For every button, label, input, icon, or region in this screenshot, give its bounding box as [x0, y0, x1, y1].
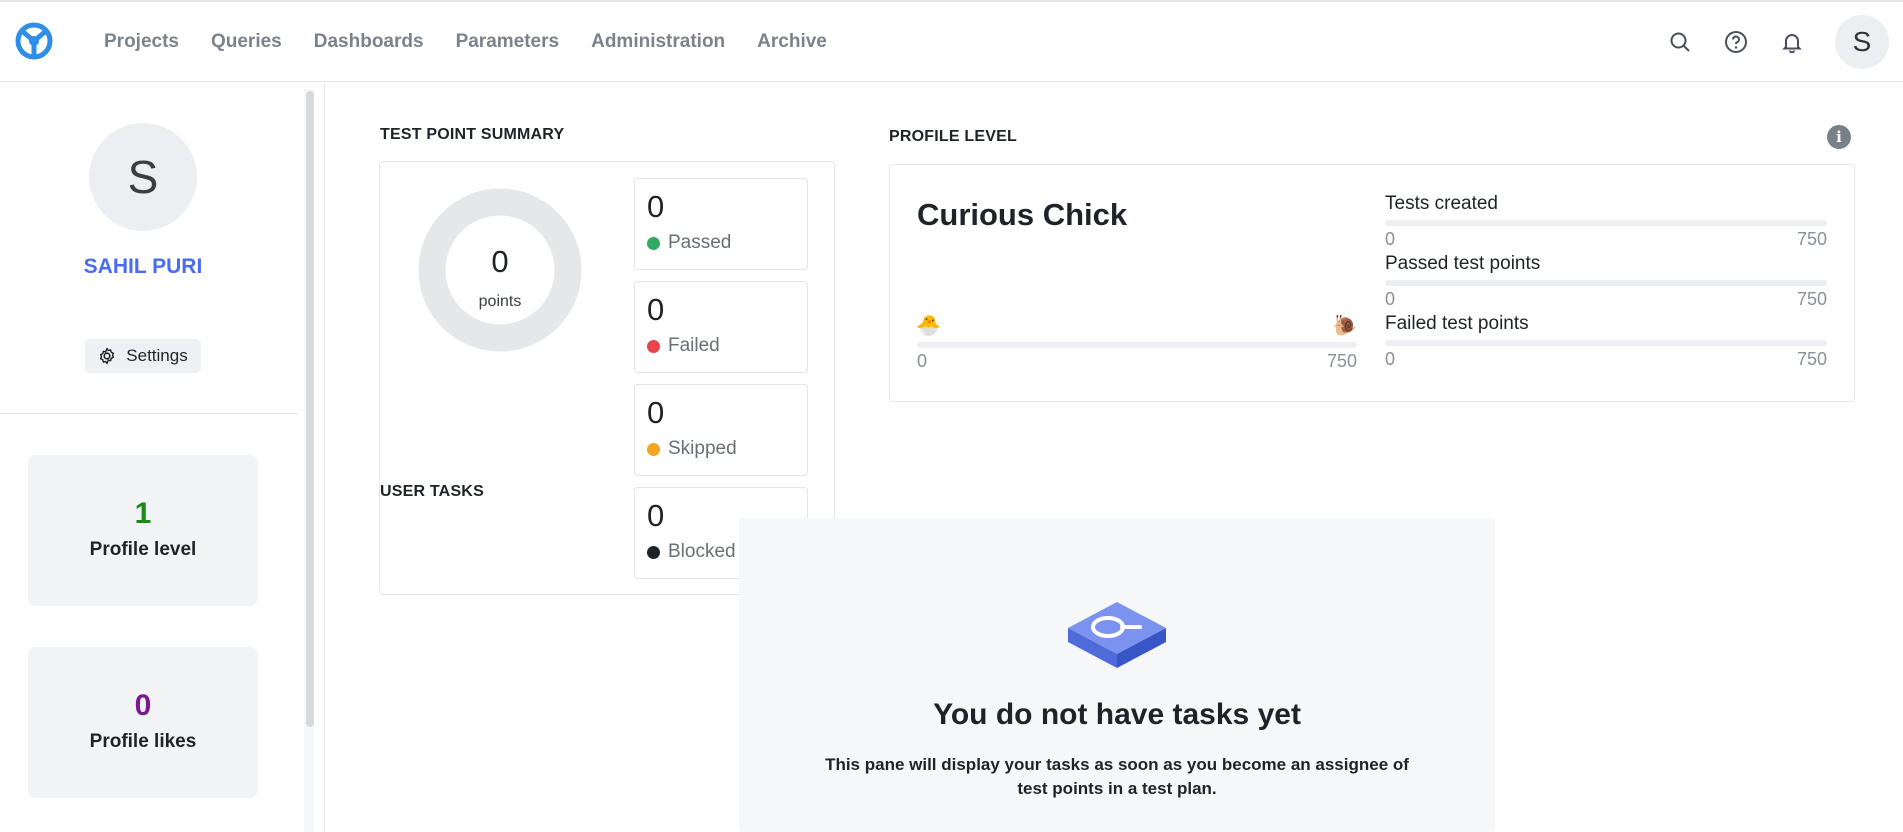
profile-level-value: 1 — [134, 497, 152, 530]
settings-button[interactable]: Settings — [85, 339, 201, 373]
search-icon[interactable] — [1667, 29, 1693, 55]
profile-level-card: 1 Profile level — [28, 455, 258, 606]
failed-count: 0 — [647, 292, 665, 327]
level-progress-min: 0 — [917, 351, 928, 371]
sidebar-divider — [0, 413, 298, 414]
passed-count: 0 — [647, 189, 665, 224]
failed-label: Failed — [668, 335, 720, 356]
app-logo-icon[interactable] — [14, 21, 54, 61]
nav-queries[interactable]: Queries — [211, 31, 282, 53]
help-icon[interactable] — [1723, 29, 1749, 55]
nav-administration[interactable]: Administration — [591, 31, 725, 53]
settings-label: Settings — [126, 346, 188, 365]
info-icon[interactable]: i — [1827, 125, 1851, 149]
profile-likes-card: 0 Profile likes — [28, 647, 258, 798]
tests-created-max: 750 — [1796, 229, 1827, 249]
tests-created-min: 0 — [1385, 229, 1396, 249]
user-avatar-button[interactable]: S — [1835, 15, 1889, 69]
blocked-label: Blocked — [668, 541, 736, 562]
empty-tasks-title: You do not have tasks yet — [933, 698, 1301, 731]
skipped-count: 0 — [647, 395, 665, 430]
blocked-dot — [647, 545, 660, 559]
level-name: Curious Chick — [917, 197, 1128, 232]
failed-test-points-max: 750 — [1796, 349, 1827, 369]
profile-level-panel: Curious Chick 🐣 🐌 0 750 Tests created 0 … — [889, 164, 1855, 402]
main-nav: Projects Queries Dashboards Parameters A… — [104, 2, 859, 82]
total-points-value: 0 — [491, 244, 509, 279]
nav-parameters[interactable]: Parameters — [456, 31, 560, 53]
skipped-dot — [647, 442, 660, 456]
snail-icon: 🐌 — [1332, 315, 1357, 337]
nav-projects[interactable]: Projects — [104, 31, 179, 53]
passed-dot — [647, 236, 660, 250]
passed-card[interactable]: 0 Passed — [634, 178, 808, 270]
profile-level-title: PROFILE LEVEL — [889, 128, 1017, 145]
failed-dot — [647, 339, 660, 353]
top-navigation-bar: Projects Queries Dashboards Parameters A… — [0, 0, 1903, 82]
sidebar-scrollbar-thumb[interactable] — [306, 91, 314, 727]
profile-level-label: Profile level — [89, 539, 197, 560]
failed-card[interactable]: 0 Failed — [634, 281, 808, 373]
failed-test-points-label: Failed test points — [1385, 313, 1529, 334]
profile-likes-label: Profile likes — [89, 731, 197, 752]
empty-tasks-description: This pane will display your tasks as soo… — [825, 755, 1409, 798]
passed-label: Passed — [668, 232, 732, 253]
tests-created-bar — [1385, 220, 1827, 226]
level-progress-bar — [917, 342, 1357, 348]
tasks-empty-state: You do not have tasks yet This pane will… — [739, 518, 1495, 832]
failed-test-points-bar — [1385, 340, 1827, 346]
gear-icon — [100, 347, 115, 365]
passed-test-points-label: Passed test points — [1385, 253, 1541, 274]
passed-test-points-bar — [1385, 280, 1827, 286]
profile-name: SAHIL PURI — [83, 255, 203, 278]
blocked-count: 0 — [647, 498, 665, 533]
empty-tasks-illustration-icon — [1068, 602, 1166, 668]
test-point-summary-title: TEST POINT SUMMARY — [380, 126, 565, 143]
skipped-label: Skipped — [668, 438, 737, 459]
profile-likes-value: 0 — [134, 689, 152, 722]
tests-created-label: Tests created — [1385, 193, 1498, 214]
nav-archive[interactable]: Archive — [757, 31, 827, 53]
user-tasks-title: USER TASKS — [380, 483, 484, 500]
passed-test-points-max: 750 — [1796, 289, 1827, 309]
skipped-card[interactable]: 0 Skipped — [634, 384, 808, 476]
failed-test-points-min: 0 — [1385, 349, 1396, 369]
chick-icon: 🐣 — [916, 315, 941, 337]
nav-dashboards[interactable]: Dashboards — [314, 31, 424, 53]
bell-icon[interactable] — [1779, 29, 1805, 55]
profile-sidebar: S SAHIL PURI Settings 1 Profile level 0 … — [0, 83, 325, 832]
total-points-label: points — [478, 293, 522, 310]
passed-test-points-min: 0 — [1385, 289, 1396, 309]
header-actions: S — [1667, 2, 1903, 82]
level-progress-max: 750 — [1326, 351, 1357, 371]
profile-avatar: S — [89, 123, 197, 231]
